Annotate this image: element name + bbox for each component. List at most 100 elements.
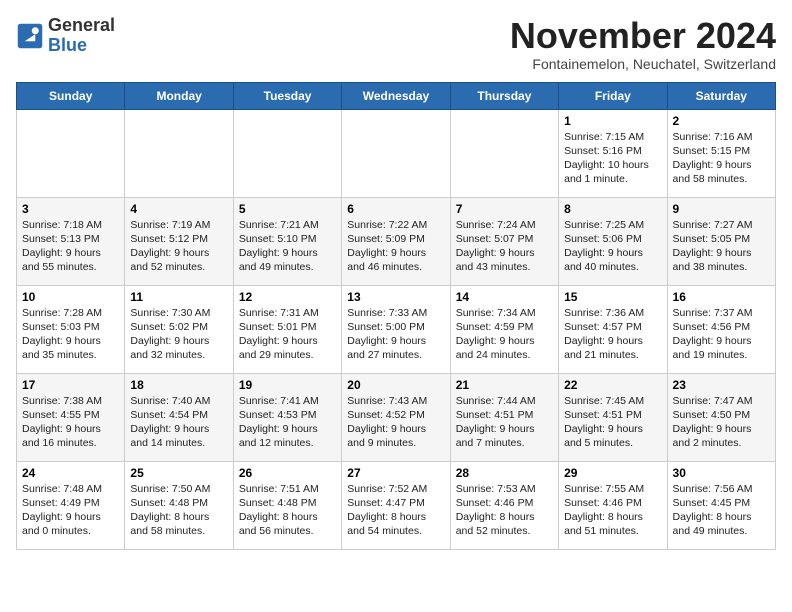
calendar-cell [450,109,558,197]
day-number: 13 [347,290,444,304]
weekday-header-row: SundayMondayTuesdayWednesdayThursdayFrid… [17,82,776,109]
day-info: Sunrise: 7:16 AM Sunset: 5:15 PM Dayligh… [673,130,770,187]
day-number: 4 [130,202,227,216]
logo-name: General Blue [48,16,115,56]
day-number: 21 [456,378,553,392]
day-number: 28 [456,466,553,480]
calendar-cell: 20Sunrise: 7:43 AM Sunset: 4:52 PM Dayli… [342,373,450,461]
day-info: Sunrise: 7:27 AM Sunset: 5:05 PM Dayligh… [673,218,770,275]
weekday-header-saturday: Saturday [667,82,775,109]
calendar-cell [342,109,450,197]
day-info: Sunrise: 7:31 AM Sunset: 5:01 PM Dayligh… [239,306,336,363]
calendar-cell: 4 Sunrise: 7:19 AM Sunset: 5:12 PM Daylig… [125,197,233,285]
calendar-cell: 30Sunrise: 7:56 AM Sunset: 4:45 PM Dayli… [667,461,775,549]
day-number: 9 [673,202,770,216]
logo-icon [16,22,44,50]
day-info: Sunrise: 7:40 AM Sunset: 4:54 PM Dayligh… [130,394,227,451]
day-number: 18 [130,378,227,392]
day-info: Sunrise: 7:53 AM Sunset: 4:46 PM Dayligh… [456,482,553,539]
day-info: Sunrise: 7:41 AM Sunset: 4:53 PM Dayligh… [239,394,336,451]
day-number: 1 [564,114,661,128]
day-info: Sunrise: 7:55 AM Sunset: 4:46 PM Dayligh… [564,482,661,539]
day-number: 3 [22,202,119,216]
day-info: Sunrise: 7:18 AM Sunset: 5:13 PM Dayligh… [22,218,119,275]
calendar-cell: 5 Sunrise: 7:21 AM Sunset: 5:10 PM Daylig… [233,197,341,285]
day-info: Sunrise: 7:21 AM Sunset: 5:10 PM Dayligh… [239,218,336,275]
day-number: 6 [347,202,444,216]
day-number: 29 [564,466,661,480]
day-info: Sunrise: 7:15 AM Sunset: 5:16 PM Dayligh… [564,130,661,187]
calendar-cell [233,109,341,197]
calendar-cell [125,109,233,197]
weekday-header-wednesday: Wednesday [342,82,450,109]
day-info: Sunrise: 7:30 AM Sunset: 5:02 PM Dayligh… [130,306,227,363]
day-info: Sunrise: 7:48 AM Sunset: 4:49 PM Dayligh… [22,482,119,539]
day-number: 25 [130,466,227,480]
day-number: 15 [564,290,661,304]
calendar-cell: 25 Sunrise: 7:50 AM Sunset: 4:48 PM Dayli… [125,461,233,549]
day-info: Sunrise: 7:34 AM Sunset: 4:59 PM Dayligh… [456,306,553,363]
calendar-cell: 16 Sunrise: 7:37 AM Sunset: 4:56 PM Dayli… [667,285,775,373]
calendar-cell: 7 Sunrise: 7:24 AM Sunset: 5:07 PM Daylig… [450,197,558,285]
day-info: Sunrise: 7:19 AM Sunset: 5:12 PM Dayligh… [130,218,227,275]
day-info: Sunrise: 7:38 AM Sunset: 4:55 PM Dayligh… [22,394,119,451]
calendar-cell: 27Sunrise: 7:52 AM Sunset: 4:47 PM Dayli… [342,461,450,549]
day-info: Sunrise: 7:22 AM Sunset: 5:09 PM Dayligh… [347,218,444,275]
day-number: 2 [673,114,770,128]
week-row-4: 17Sunrise: 7:38 AM Sunset: 4:55 PM Dayli… [17,373,776,461]
logo: General Blue [16,16,115,56]
calendar-cell: 6 Sunrise: 7:22 AM Sunset: 5:09 PM Daylig… [342,197,450,285]
day-info: Sunrise: 7:33 AM Sunset: 5:00 PM Dayligh… [347,306,444,363]
day-info: Sunrise: 7:51 AM Sunset: 4:48 PM Dayligh… [239,482,336,539]
calendar-cell: 19 Sunrise: 7:41 AM Sunset: 4:53 PM Dayli… [233,373,341,461]
calendar-table: SundayMondayTuesdayWednesdayThursdayFrid… [16,82,776,550]
day-info: Sunrise: 7:24 AM Sunset: 5:07 PM Dayligh… [456,218,553,275]
calendar-cell: 26 Sunrise: 7:51 AM Sunset: 4:48 PM Dayli… [233,461,341,549]
weekday-header-thursday: Thursday [450,82,558,109]
title-block: November 2024 Fontainemelon, Neuchatel, … [510,16,776,72]
calendar-cell: 23 Sunrise: 7:47 AM Sunset: 4:50 PM Dayli… [667,373,775,461]
week-row-3: 10 Sunrise: 7:28 AM Sunset: 5:03 PM Dayli… [17,285,776,373]
calendar-cell: 1 Sunrise: 7:15 AM Sunset: 5:16 PM Daylig… [559,109,667,197]
calendar-cell: 28 Sunrise: 7:53 AM Sunset: 4:46 PM Dayli… [450,461,558,549]
calendar-cell: 9 Sunrise: 7:27 AM Sunset: 5:05 PM Daylig… [667,197,775,285]
calendar-cell: 22Sunrise: 7:45 AM Sunset: 4:51 PM Dayli… [559,373,667,461]
day-info: Sunrise: 7:37 AM Sunset: 4:56 PM Dayligh… [673,306,770,363]
calendar-subtitle: Fontainemelon, Neuchatel, Switzerland [510,56,776,72]
calendar-cell: 12Sunrise: 7:31 AM Sunset: 5:01 PM Dayli… [233,285,341,373]
day-number: 10 [22,290,119,304]
day-number: 20 [347,378,444,392]
calendar-cell: 13 Sunrise: 7:33 AM Sunset: 5:00 PM Dayli… [342,285,450,373]
day-info: Sunrise: 7:50 AM Sunset: 4:48 PM Dayligh… [130,482,227,539]
logo-general-text: General [48,15,115,35]
calendar-cell: 11 Sunrise: 7:30 AM Sunset: 5:02 PM Dayli… [125,285,233,373]
day-number: 26 [239,466,336,480]
day-number: 27 [347,466,444,480]
weekday-header-sunday: Sunday [17,82,125,109]
day-info: Sunrise: 7:47 AM Sunset: 4:50 PM Dayligh… [673,394,770,451]
calendar-cell: 3 Sunrise: 7:18 AM Sunset: 5:13 PM Daylig… [17,197,125,285]
calendar-cell: 15 Sunrise: 7:36 AM Sunset: 4:57 PM Dayli… [559,285,667,373]
calendar-cell: 17Sunrise: 7:38 AM Sunset: 4:55 PM Dayli… [17,373,125,461]
day-number: 30 [673,466,770,480]
day-number: 14 [456,290,553,304]
weekday-header-friday: Friday [559,82,667,109]
week-row-5: 24 Sunrise: 7:48 AM Sunset: 4:49 PM Dayli… [17,461,776,549]
calendar-cell: 21Sunrise: 7:44 AM Sunset: 4:51 PM Dayli… [450,373,558,461]
calendar-cell: 8Sunrise: 7:25 AM Sunset: 5:06 PM Daylig… [559,197,667,285]
calendar-cell: 2 Sunrise: 7:16 AM Sunset: 5:15 PM Daylig… [667,109,775,197]
week-row-2: 3 Sunrise: 7:18 AM Sunset: 5:13 PM Daylig… [17,197,776,285]
day-info: Sunrise: 7:28 AM Sunset: 5:03 PM Dayligh… [22,306,119,363]
day-info: Sunrise: 7:36 AM Sunset: 4:57 PM Dayligh… [564,306,661,363]
day-number: 24 [22,466,119,480]
day-info: Sunrise: 7:45 AM Sunset: 4:51 PM Dayligh… [564,394,661,451]
day-number: 16 [673,290,770,304]
day-number: 11 [130,290,227,304]
day-number: 19 [239,378,336,392]
calendar-cell: 29 Sunrise: 7:55 AM Sunset: 4:46 PM Dayli… [559,461,667,549]
day-number: 7 [456,202,553,216]
day-number: 5 [239,202,336,216]
logo-blue-text: Blue [48,35,87,55]
weekday-header-monday: Monday [125,82,233,109]
day-number: 23 [673,378,770,392]
